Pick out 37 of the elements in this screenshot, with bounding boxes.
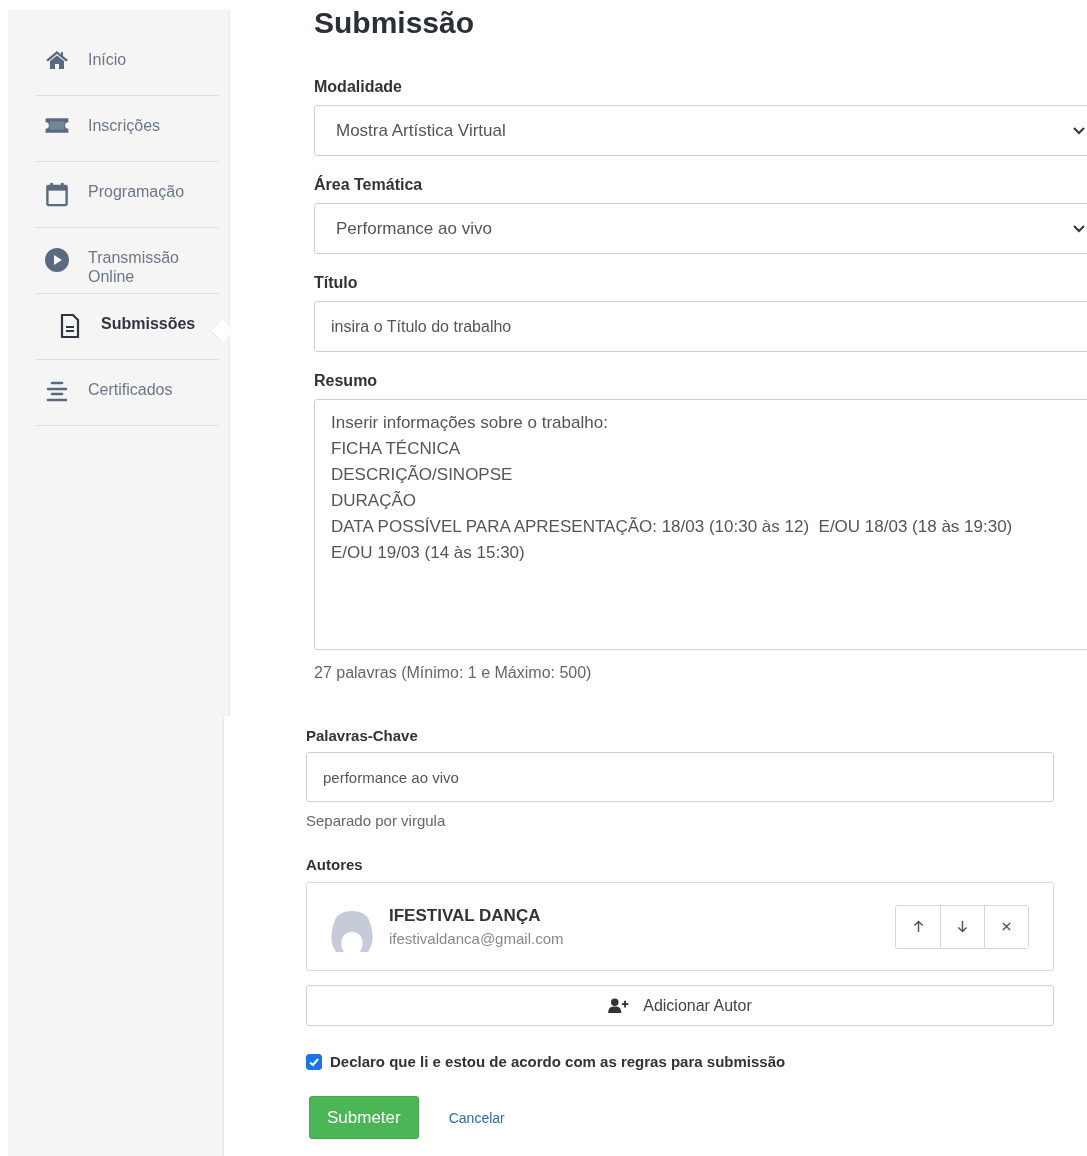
home-icon [44,50,70,70]
word-count: 27 palavras (Mínimo: 1 e Máximo: 500) [314,664,593,682]
select-field[interactable]: Mostra Artística Virtual [314,105,1087,156]
chevron-icon [1073,224,1085,233]
author-email: ifestivaldanca@gmail.com [389,930,565,947]
add-author-button[interactable]: Adicionar Autor [306,985,1054,1026]
field-label: Palavras-Chave [306,727,418,744]
chevron-icon [1073,126,1085,135]
calendar-icon [44,182,70,207]
sidebar-item[interactable]: Transmissão Online [36,228,219,294]
textarea-field[interactable]: Inserir informações sobre o trabalho: FICHA TÉCNICA DESCRIÇÃO/SINOPSE DURAÇÃO DATA POSSÍVEL PARA APRESENTAÇÃO: 18/03 (10:30 às 12) E/OU 18/03 (18 às 19:30) E/OU 19/03 (14 às 15:30) [314,399,1087,650]
sidebar-item[interactable]: Início [36,30,219,96]
remove-button[interactable] [984,905,1028,948]
sidebar-item[interactable]: Inscrições [36,96,219,162]
input-field[interactable]: performance ao vivo [306,752,1054,802]
field-label: Área Temática [314,176,424,194]
input-field[interactable]: insira o Título do trabalho [314,301,1087,352]
page-title: Submissão [314,6,476,40]
sidebar-item[interactable]: Programação [36,162,219,228]
field-label: Título [314,274,359,292]
author-name: IFESTIVAL DANÇA [389,906,542,926]
agreement-checkbox[interactable] [306,1053,322,1070]
ticket-icon [44,116,70,135]
close-icon [1002,922,1011,931]
arrow-up-icon [912,920,924,933]
field-label: Modalidade [314,78,403,96]
select-field[interactable]: Performance ao vivo [314,203,1087,254]
help-text: Separado por virgula [306,812,446,829]
field-label: Resumo [314,372,379,390]
field-label: Autores [306,856,363,873]
list-icon [44,380,70,402]
agreement-label: Declaro que li e estou de acordo com as regras para submissão [330,1053,786,1070]
cancel-link[interactable]: Cancelar [448,1109,505,1126]
play-icon [44,248,70,272]
add-user-icon [608,998,630,1013]
arrow-down-icon [957,920,968,933]
sidebar-item[interactable]: Certificados [36,360,219,426]
